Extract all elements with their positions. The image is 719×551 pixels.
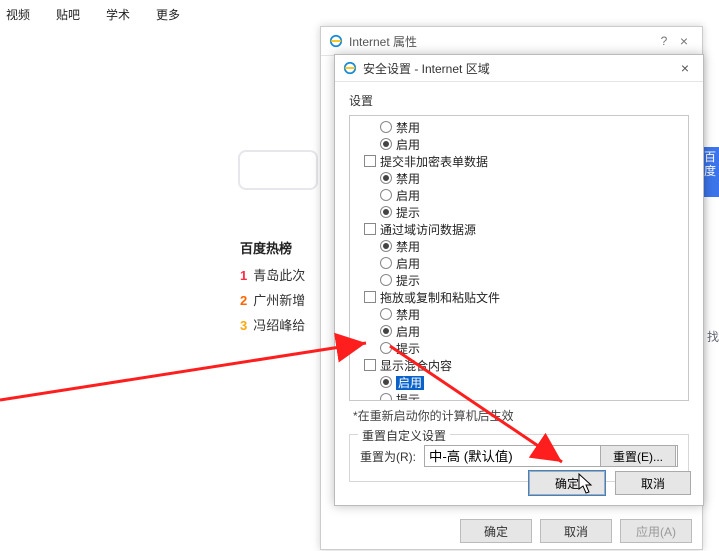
tree-radio-prompt[interactable]: 提示 <box>356 273 682 290</box>
hotlist-title: 百度热榜 <box>240 238 305 257</box>
reset-to-label: 重置为(R): <box>360 448 416 465</box>
hotlist-row[interactable]: 3冯绍峰给 <box>240 315 305 334</box>
top-nav: 视频 贴吧 学术 更多 <box>0 6 180 23</box>
dialog-title: 安全设置 - Internet 区域 <box>363 60 490 77</box>
reset-button[interactable]: 重置(E)... <box>600 445 676 467</box>
tree-group-domain[interactable]: 通过域访问数据源 <box>356 222 682 239</box>
tree-radio-prompt[interactable]: 提示 <box>356 205 682 222</box>
nav-more[interactable]: 更多 <box>156 6 180 23</box>
tree-radio-enable[interactable]: 启用 <box>356 256 682 273</box>
search-input[interactable] <box>238 150 318 190</box>
restart-note: *在重新启动你的计算机后生效 <box>353 407 689 424</box>
ok-button[interactable]: 确定 <box>460 519 532 543</box>
hotlist-row[interactable]: 1青岛此次 <box>240 265 305 284</box>
tree-radio-disable[interactable]: 禁用 <box>356 239 682 256</box>
tree-radio-prompt[interactable]: 提示 <box>356 392 682 401</box>
ie-icon <box>329 34 343 48</box>
dialog-titlebar[interactable]: Internet 属性 ? × <box>321 27 702 56</box>
cursor-icon <box>578 473 594 495</box>
tree-radio-prompt[interactable]: 提示 <box>356 341 682 358</box>
tree-radio-disable[interactable]: 禁用 <box>356 120 682 137</box>
hotlist: 百度热榜 1青岛此次 2广州新增 3冯绍峰给 <box>240 238 305 340</box>
nav-xueshu[interactable]: 学术 <box>106 6 130 23</box>
close-button[interactable]: × <box>674 33 694 49</box>
tree-radio-enable-selected[interactable]: 启用 <box>356 375 682 392</box>
dialog-title: Internet 属性 <box>349 33 417 50</box>
tree-group-forms[interactable]: 提交非加密表单数据 <box>356 154 682 171</box>
settings-tree[interactable]: 禁用 启用 提交非加密表单数据 禁用 启用 提示 通过域访问数据源 禁用 启用 … <box>349 115 689 401</box>
cancel-button[interactable]: 取消 <box>615 471 691 495</box>
nav-tieba[interactable]: 贴吧 <box>56 6 80 23</box>
tree-radio-enable[interactable]: 启用 <box>356 324 682 341</box>
tree-radio-enable[interactable]: 启用 <box>356 137 682 154</box>
tree-group-mixed[interactable]: 显示混合内容 <box>356 358 682 375</box>
refresh-link[interactable]: 找 <box>707 328 719 345</box>
reset-legend: 重置自定义设置 <box>358 427 450 444</box>
apply-button: 应用(A) <box>620 519 692 543</box>
dialog-security-settings: 安全设置 - Internet 区域 × 设置 禁用 启用 提交非加密表单数据 … <box>334 54 704 506</box>
ie-icon <box>343 61 357 75</box>
dialog-titlebar[interactable]: 安全设置 - Internet 区域 × <box>335 55 703 82</box>
hotlist-row[interactable]: 2广州新增 <box>240 290 305 309</box>
help-button[interactable]: ? <box>654 34 674 48</box>
nav-video[interactable]: 视频 <box>6 6 30 23</box>
settings-label: 设置 <box>349 92 689 109</box>
tree-radio-disable[interactable]: 禁用 <box>356 307 682 324</box>
cancel-button[interactable]: 取消 <box>540 519 612 543</box>
tree-radio-enable[interactable]: 启用 <box>356 188 682 205</box>
tree-group-dragdrop[interactable]: 拖放或复制和粘贴文件 <box>356 290 682 307</box>
close-button[interactable]: × <box>675 60 695 76</box>
tree-radio-disable[interactable]: 禁用 <box>356 171 682 188</box>
